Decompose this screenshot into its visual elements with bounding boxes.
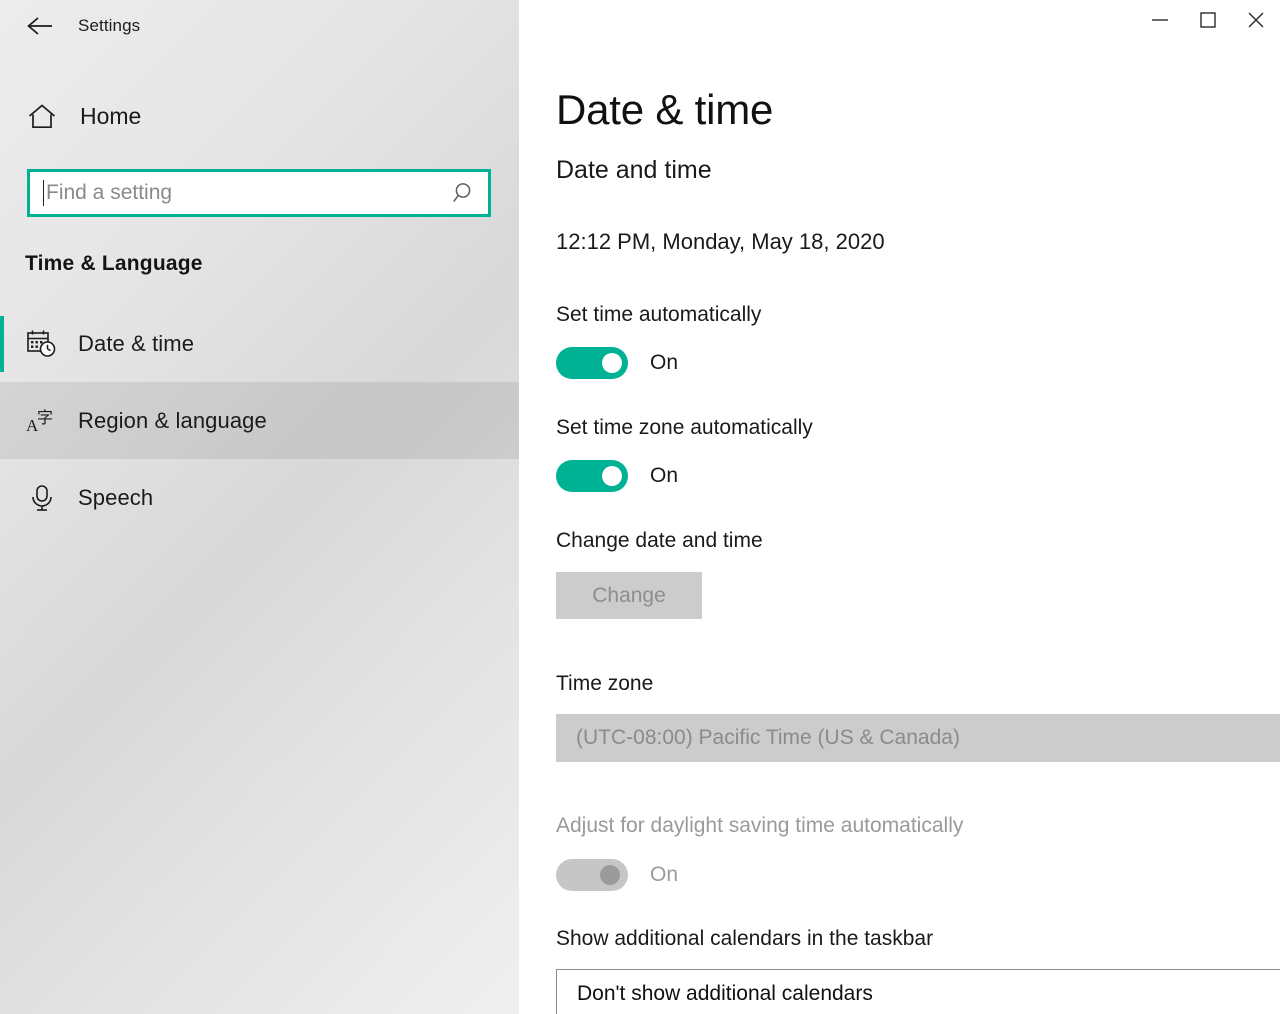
daylight-saving-row: On xyxy=(556,859,678,891)
daylight-saving-state: On xyxy=(650,863,679,886)
titlebar-left: Settings xyxy=(0,0,519,52)
sidebar-section-header: Time & Language xyxy=(25,252,203,275)
minimize-icon[interactable] xyxy=(1136,0,1184,40)
sidebar-item-speech[interactable]: Speech xyxy=(0,459,519,536)
maximize-icon[interactable] xyxy=(1184,0,1232,40)
time-zone-value: (UTC-08:00) Pacific Time (US & Canada) xyxy=(576,726,960,749)
sidebar-item-region-language-label: Region & language xyxy=(78,407,267,433)
sidebar-item-speech-label: Speech xyxy=(78,484,154,510)
selection-indicator xyxy=(0,316,4,372)
time-zone-dropdown[interactable]: (UTC-08:00) Pacific Time (US & Canada) xyxy=(556,714,1280,762)
set-timezone-automatically-label: Set time zone automatically xyxy=(556,416,813,439)
change-date-time-label: Change date and time xyxy=(556,529,763,552)
time-zone-label: Time zone xyxy=(556,672,654,695)
app-title: Settings xyxy=(78,16,141,35)
calendar-clock-icon xyxy=(22,329,62,359)
set-timezone-automatically-toggle[interactable] xyxy=(556,460,628,492)
text-cursor xyxy=(43,180,44,206)
toggle-knob xyxy=(600,865,620,885)
back-arrow-icon[interactable] xyxy=(16,9,64,43)
set-time-automatically-toggle[interactable] xyxy=(556,347,628,379)
daylight-saving-toggle[interactable] xyxy=(556,859,628,891)
sidebar-item-home-label: Home xyxy=(80,102,142,129)
home-icon xyxy=(22,103,62,130)
svg-text:字: 字 xyxy=(37,408,53,427)
sidebar-item-home[interactable]: Home xyxy=(0,92,519,140)
search-placeholder: Find a setting xyxy=(46,181,173,204)
sidebar-nav-list: Date & time A 字 Region & language Speech xyxy=(0,305,519,536)
current-datetime: 12:12 PM, Monday, May 18, 2020 xyxy=(556,229,885,254)
change-button[interactable]: Change xyxy=(556,572,702,619)
daylight-saving-label: Adjust for daylight saving time automati… xyxy=(556,814,964,837)
page-title: Date & time xyxy=(556,86,774,133)
close-icon[interactable] xyxy=(1232,0,1280,40)
set-time-automatically-label: Set time automatically xyxy=(556,303,762,326)
additional-calendars-value: Don't show additional calendars xyxy=(577,982,873,1005)
microphone-icon xyxy=(22,483,62,513)
sidebar-item-date-time[interactable]: Date & time xyxy=(0,305,519,382)
main-content: Date & time Date and time 12:12 PM, Mond… xyxy=(519,0,1280,1014)
toggle-knob xyxy=(602,466,622,486)
sidebar-item-date-time-label: Date & time xyxy=(78,330,195,356)
set-timezone-automatically-state: On xyxy=(650,464,679,487)
additional-calendars-label: Show additional calendars in the taskbar xyxy=(556,927,934,950)
language-icon: A 字 xyxy=(22,406,62,436)
window-controls xyxy=(1136,0,1280,52)
search-input[interactable]: Find a setting xyxy=(27,169,491,217)
additional-calendars-dropdown[interactable]: Don't show additional calendars xyxy=(556,969,1280,1014)
set-timezone-automatically-row: On xyxy=(556,460,678,492)
set-time-automatically-row: On xyxy=(556,347,678,379)
page-subtitle: Date and time xyxy=(556,156,712,184)
search-icon[interactable] xyxy=(442,180,488,206)
sidebar-item-region-language[interactable]: A 字 Region & language xyxy=(0,382,519,459)
toggle-knob xyxy=(602,353,622,373)
set-time-automatically-state: On xyxy=(650,351,679,374)
sidebar: Settings Home Find a setting Time & Lang… xyxy=(0,0,519,1014)
settings-window: Settings Home Find a setting Time & Lang… xyxy=(0,0,1280,1014)
